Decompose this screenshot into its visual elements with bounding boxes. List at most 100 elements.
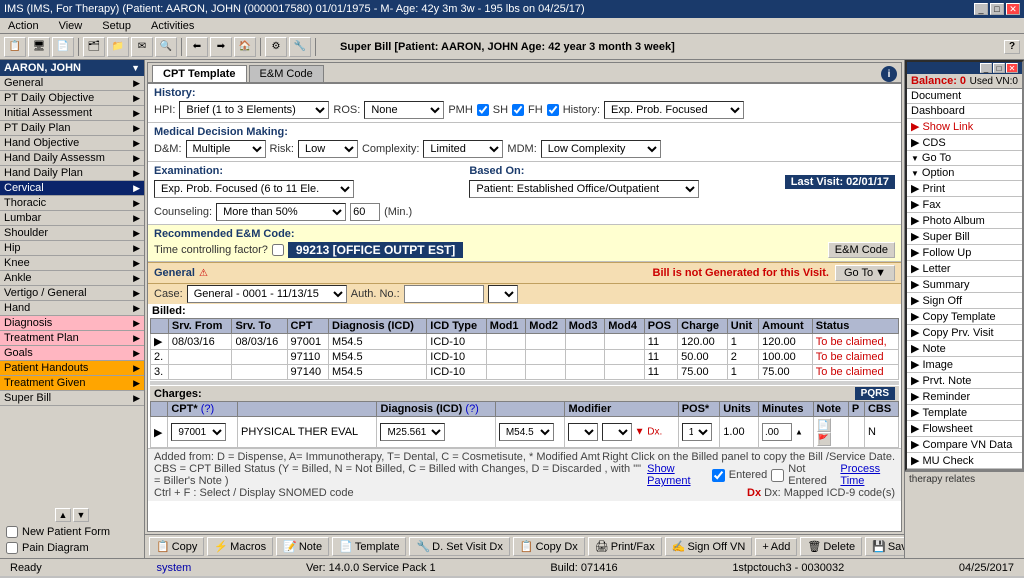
charges-minutes-input[interactable] xyxy=(762,423,792,441)
pain-diagram-checkbox[interactable] xyxy=(6,542,18,554)
nav-item-initial-assessment[interactable]: Initial Assessment ▶ xyxy=(0,106,144,121)
copy-button[interactable]: 📋 Copy xyxy=(149,537,204,556)
set-visit-dx-button[interactable]: 🔧 D. Set Visit Dx xyxy=(409,537,509,556)
right-btn-show-link[interactable]: ▶ Show Link xyxy=(907,119,1022,135)
mdm-select[interactable]: Low Complexity xyxy=(541,140,661,158)
toolbar-btn-1[interactable]: 📋 xyxy=(4,37,26,57)
menu-action[interactable]: Action xyxy=(4,20,43,32)
charges-pos-select[interactable]: 11 xyxy=(682,423,712,441)
up-arrow[interactable]: ▲ xyxy=(795,428,803,437)
nav-item-super-bill[interactable]: Super Bill ▶ xyxy=(0,391,144,406)
right-btn-copy-template[interactable]: ▶ Copy Template xyxy=(907,309,1022,325)
auth-input[interactable] xyxy=(404,285,484,303)
save-button[interactable]: 💾 Save xyxy=(865,537,904,556)
risk-select[interactable]: Low xyxy=(298,140,358,158)
menu-activities[interactable]: Activities xyxy=(147,20,198,32)
process-time-link[interactable]: Process Time xyxy=(840,463,895,487)
nav-item-goals[interactable]: Goals ▶ xyxy=(0,346,144,361)
minutes-input[interactable] xyxy=(350,203,380,221)
toolbar-btn-6[interactable]: ✉ xyxy=(131,37,153,57)
charges-cpt-select[interactable]: 97001 xyxy=(171,423,226,441)
sh-checkbox[interactable] xyxy=(512,104,524,116)
em-code-button[interactable]: E&M Code xyxy=(828,242,895,258)
fh-checkbox[interactable] xyxy=(547,104,559,116)
right-btn-flowsheet[interactable]: ▶ Flowsheet xyxy=(907,421,1022,437)
add-button[interactable]: + Add xyxy=(755,538,797,556)
case-select[interactable]: General - 0001 - 11/13/15 xyxy=(187,285,347,303)
time-controlling-checkbox[interactable] xyxy=(272,244,284,256)
right-btn-super-bill[interactable]: ▶ Super Bill xyxy=(907,229,1022,245)
toolbar-btn-5[interactable]: 📁 xyxy=(107,37,129,57)
right-btn-mu-check[interactable]: ▶ MU Check xyxy=(907,453,1022,469)
right-btn-dashboard[interactable]: Dashboard xyxy=(907,104,1022,119)
tab-em-code[interactable]: E&M Code xyxy=(249,65,324,82)
print-fax-button[interactable]: 🖨 Print/Fax xyxy=(588,537,662,556)
nav-item-hand-daily-assessm[interactable]: Hand Daily Assessm ▶ xyxy=(0,151,144,166)
nav-item-treatment-given[interactable]: Treatment Given ▶ xyxy=(0,376,144,391)
nav-scroll-down[interactable]: ▼ xyxy=(73,508,89,522)
right-btn-go-to[interactable]: ▼ Go To xyxy=(907,151,1022,166)
nav-item-general[interactable]: General ▶ xyxy=(0,76,144,91)
copy-dx-button[interactable]: 📋 Copy Dx xyxy=(513,537,585,556)
dm-select[interactable]: Multiple xyxy=(186,140,266,158)
toolbar-btn-3[interactable]: 📄 xyxy=(52,37,74,57)
charges-modifier-select1[interactable] xyxy=(568,423,598,441)
right-btn-fax[interactable]: ▶ Fax xyxy=(907,197,1022,213)
new-patient-form-checkbox[interactable] xyxy=(6,526,18,538)
right-btn-cds[interactable]: ▶ CDS xyxy=(907,135,1022,151)
nav-item-hip[interactable]: Hip ▶ xyxy=(0,241,144,256)
close-window-button[interactable]: ✕ xyxy=(1006,3,1020,15)
pain-diagram-check[interactable]: Pain Diagram xyxy=(2,540,142,556)
info-icon[interactable]: i xyxy=(881,66,897,82)
toolbar-btn-11[interactable]: ⚙ xyxy=(265,37,287,57)
charges-diag1-select[interactable]: M25.561 xyxy=(380,423,445,441)
right-btn-reminder[interactable]: ▶ Reminder xyxy=(907,389,1022,405)
complexity-select[interactable]: Limited xyxy=(423,140,503,158)
right-btn-image[interactable]: ▶ Image xyxy=(907,357,1022,373)
note-button[interactable]: 📝 Note xyxy=(276,537,329,556)
nav-item-lumbar[interactable]: Lumbar ▶ xyxy=(0,211,144,226)
right-btn-compare-vn[interactable]: ▶ Compare VN Data xyxy=(907,437,1022,453)
right-btn-letter[interactable]: ▶ Letter xyxy=(907,261,1022,277)
maximize-button[interactable]: □ xyxy=(990,3,1004,15)
delete-button[interactable]: 🗑 Delete xyxy=(800,537,862,556)
inner-minimize[interactable]: _ xyxy=(980,63,992,73)
help-button[interactable]: ? xyxy=(1004,40,1020,54)
right-btn-summary[interactable]: ▶ Summary xyxy=(907,277,1022,293)
show-payment-link[interactable]: Show Payment xyxy=(647,463,708,487)
counseling-select[interactable]: More than 50% xyxy=(216,203,346,221)
nav-item-hand-daily-plan[interactable]: Hand Daily Plan ▶ xyxy=(0,166,144,181)
sign-off-vn-button[interactable]: ✍ Sign Off VN xyxy=(665,537,753,556)
table-row[interactable]: 2. 97110 M54.5 ICD-10 11 xyxy=(151,350,899,365)
nav-item-hand-objective[interactable]: Hand Objective ▶ xyxy=(0,136,144,151)
not-entered-checkbox[interactable] xyxy=(771,469,784,482)
table-row[interactable]: ▶ 08/03/16 08/03/16 97001 M54.5 ICD-10 xyxy=(151,334,899,350)
new-patient-form-check[interactable]: New Patient Form xyxy=(2,524,142,540)
based-on-select[interactable]: Patient: Established Office/Outpatient xyxy=(469,180,699,198)
inner-maximize[interactable]: □ xyxy=(993,63,1005,73)
note-flag-btn[interactable]: 🚩 xyxy=(817,432,831,446)
right-btn-sign-off[interactable]: ▶ Sign Off xyxy=(907,293,1022,309)
nav-item-thoracic[interactable]: Thoracic ▶ xyxy=(0,196,144,211)
toolbar-btn-10[interactable]: 🏠 xyxy=(234,37,256,57)
toolbar-btn-8[interactable]: ⬅ xyxy=(186,37,208,57)
toolbar-btn-2[interactable]: 🖥 xyxy=(28,37,50,57)
charges-row[interactable]: ▶ 97001 PHYSICAL THER EVAL M25.561 xyxy=(151,417,899,448)
nav-item-pt-daily-obj[interactable]: PT Daily Objective ▶ xyxy=(0,91,144,106)
right-btn-option[interactable]: ▼ Option xyxy=(907,166,1022,181)
inner-close[interactable]: ✕ xyxy=(1006,63,1018,73)
charges-modifier-select2[interactable] xyxy=(602,423,632,441)
minimize-button[interactable]: _ xyxy=(974,3,988,15)
right-btn-note[interactable]: ▶ Note xyxy=(907,341,1022,357)
tab-cpt-template[interactable]: CPT Template xyxy=(152,65,247,82)
charges-diag2-select[interactable]: M54.5 xyxy=(499,423,554,441)
right-btn-template[interactable]: ▶ Template xyxy=(907,405,1022,421)
toolbar-btn-12[interactable]: 🔧 xyxy=(289,37,311,57)
toolbar-btn-7[interactable]: 🔍 xyxy=(155,37,177,57)
nav-item-vertigo[interactable]: Vertigo / General ▶ xyxy=(0,286,144,301)
menu-setup[interactable]: Setup xyxy=(98,20,135,32)
toolbar-btn-4[interactable]: 🗂 xyxy=(83,37,105,57)
toolbar-btn-9[interactable]: ➡ xyxy=(210,37,232,57)
entered-checkbox[interactable] xyxy=(712,469,725,482)
nav-item-knee[interactable]: Knee ▶ xyxy=(0,256,144,271)
